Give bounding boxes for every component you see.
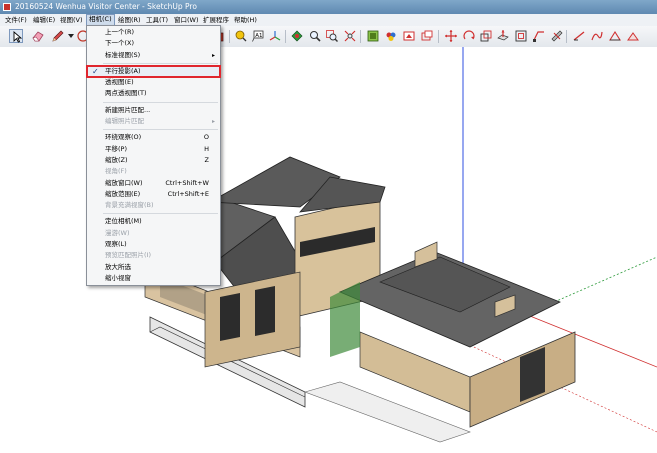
camera-menu-item[interactable]: 两点透视图(T) bbox=[87, 88, 220, 99]
camera-menu-item[interactable]: 透视图(E) bbox=[87, 77, 220, 88]
push-pull-icon[interactable] bbox=[496, 29, 510, 43]
zoom-icon[interactable] bbox=[308, 29, 322, 43]
menu-item-label: 透视图(E) bbox=[105, 78, 134, 87]
toolbar-separator bbox=[360, 30, 361, 43]
camera-menu-item[interactable]: 标准视图(S) ▸ bbox=[87, 50, 220, 61]
menu-item-shortcut: O bbox=[203, 133, 209, 142]
toolbar-separator bbox=[566, 30, 567, 43]
menu-item-shortcut: Z bbox=[204, 155, 209, 164]
menu-item-label: 背景充满视窗(B) bbox=[105, 201, 154, 210]
menu-extensions[interactable]: 扩展程序 bbox=[201, 15, 231, 25]
menu-item-label: 预览匹配照片(I) bbox=[105, 251, 151, 260]
arc-icon[interactable] bbox=[572, 29, 586, 43]
menu-item-label: 上一个(R) bbox=[105, 28, 135, 36]
menu-separator bbox=[103, 129, 218, 131]
camera-menu-item[interactable]: 上一个(R) bbox=[87, 27, 220, 38]
menu-item-label: 新建照片匹配... bbox=[105, 105, 151, 114]
menu-item-label: 两点透视图(T) bbox=[105, 89, 147, 98]
menu-window[interactable]: 窗口(W) bbox=[172, 15, 201, 25]
camera-menu-item[interactable]: 定位相机(M) bbox=[87, 216, 220, 227]
menu-item-label: 观察(L) bbox=[105, 240, 127, 249]
scale-icon[interactable] bbox=[479, 29, 493, 43]
camera-menu-item[interactable]: 新建照片匹配... bbox=[87, 105, 220, 116]
dropdown-icon[interactable] bbox=[64, 29, 74, 43]
camera-menu-item[interactable]: 缩放(Z) Z bbox=[87, 155, 220, 166]
menu-item-shortcut: Ctrl+Shift+E bbox=[167, 189, 209, 198]
menu-item-label: 定位相机(M) bbox=[105, 217, 142, 226]
zoom-window-icon[interactable] bbox=[325, 29, 339, 43]
menu-item-label: 缩放窗口(W) bbox=[105, 178, 143, 187]
camera-menu-item: 预览匹配照片(I) bbox=[87, 250, 220, 261]
menu-separator bbox=[103, 62, 218, 64]
camera-menu-item[interactable]: 放大所选 bbox=[87, 262, 220, 273]
menu-separator bbox=[103, 213, 218, 215]
section-plane-icon[interactable] bbox=[290, 29, 304, 43]
window-title: 20160524 Wenhua Visitor Center - SketchU… bbox=[15, 2, 197, 11]
toolbar-separator bbox=[438, 30, 439, 43]
eraser-icon[interactable] bbox=[31, 29, 45, 43]
rotate-icon[interactable] bbox=[462, 29, 476, 43]
paint-materials-icon[interactable] bbox=[384, 29, 398, 43]
menu-item-label: 放大所选 bbox=[105, 262, 131, 271]
toolbar-separator bbox=[285, 30, 286, 43]
menu-edit[interactable]: 编辑(E) bbox=[31, 15, 57, 25]
zoom-extents-icon[interactable] bbox=[343, 29, 357, 43]
freehand-icon[interactable] bbox=[590, 29, 604, 43]
menu-item-label: 缩小视窗 bbox=[105, 273, 131, 282]
menu-draw[interactable]: 绘图(R) bbox=[116, 15, 143, 25]
camera-menu-item[interactable]: ✓ 平行投影(A) bbox=[86, 64, 221, 79]
menu-item-label: 环绕观察(O) bbox=[105, 133, 142, 142]
camera-menu-item: 编辑照片匹配 ▸ bbox=[87, 116, 220, 127]
scenes-icon[interactable] bbox=[420, 29, 434, 43]
select-arrow-icon[interactable] bbox=[9, 29, 23, 43]
toolbar-separator bbox=[229, 30, 230, 43]
sketchup-logo-icon bbox=[3, 3, 11, 11]
menu-item-shortcut: Ctrl+Shift+W bbox=[165, 178, 209, 187]
camera-menu-item: 漫游(W) bbox=[87, 228, 220, 239]
svg-text:A1: A1 bbox=[255, 33, 262, 39]
sandbox-icon[interactable] bbox=[626, 29, 640, 43]
camera-menu-item[interactable]: 下一个(X) bbox=[87, 38, 220, 49]
camera-menu-item[interactable]: 环绕观察(O) O bbox=[87, 132, 220, 143]
menu-file[interactable]: 文件(F) bbox=[3, 15, 29, 25]
move-icon[interactable] bbox=[444, 29, 458, 43]
camera-menu-item[interactable]: 缩放窗口(W) Ctrl+Shift+W bbox=[87, 178, 220, 189]
menu-item-label: 标准视图(S) bbox=[105, 50, 141, 59]
menu-item-label: 缩放(Z) bbox=[105, 155, 128, 164]
protractor-icon[interactable] bbox=[608, 29, 622, 43]
menu-item-shortcut: H bbox=[204, 144, 209, 153]
submenu-arrow-icon: ▸ bbox=[211, 118, 215, 126]
camera-menu-item[interactable]: 平移(P) H bbox=[87, 144, 220, 155]
camera-menu-item: 视角(F) bbox=[87, 166, 220, 177]
intersect-icon[interactable] bbox=[550, 29, 564, 43]
pencil-line-icon[interactable] bbox=[51, 29, 65, 43]
menu-item-label: 平行投影(A) bbox=[105, 66, 141, 75]
camera-menu-item: 背景充满视窗(B) bbox=[87, 200, 220, 211]
styles-icon[interactable] bbox=[402, 29, 416, 43]
menu-item-label: 下一个(X) bbox=[105, 39, 135, 48]
offset-icon[interactable] bbox=[514, 29, 528, 43]
checkmark-icon: ✓ bbox=[92, 66, 99, 76]
menu-item-label: 视角(F) bbox=[105, 167, 127, 176]
camera-menu-item[interactable]: 缩放范围(E) Ctrl+Shift+E bbox=[87, 189, 220, 200]
menu-view[interactable]: 视图(V) bbox=[58, 15, 85, 25]
menu-item-label: 编辑照片匹配 bbox=[105, 117, 144, 126]
tape-measure-icon[interactable] bbox=[234, 29, 248, 43]
axes-icon[interactable] bbox=[268, 29, 282, 43]
menu-separator bbox=[103, 101, 218, 103]
camera-menu-item[interactable]: 观察(L) bbox=[87, 239, 220, 250]
menu-item-label: 漫游(W) bbox=[105, 228, 130, 237]
menu-item-label: 缩放范围(E) bbox=[105, 189, 141, 198]
text-label-icon[interactable]: A1 bbox=[251, 29, 265, 43]
camera-menu-item[interactable]: 缩小视窗 bbox=[87, 273, 220, 284]
title-bar: 20160524 Wenhua Visitor Center - SketchU… bbox=[0, 0, 657, 15]
menu-tools[interactable]: 工具(T) bbox=[144, 15, 170, 25]
follow-me-icon[interactable] bbox=[532, 29, 546, 43]
menu-help[interactable]: 帮助(H) bbox=[232, 15, 259, 25]
menu-item-label: 平移(P) bbox=[105, 144, 127, 153]
camera-dropdown-menu: 上一个(R) 下一个(X) 标准视图(S) ▸ ✓ 平行投影(A) 透视图(E) 两点透视图(… bbox=[86, 25, 221, 287]
submenu-arrow-icon: ▸ bbox=[211, 51, 215, 59]
components-icon[interactable] bbox=[366, 29, 380, 43]
